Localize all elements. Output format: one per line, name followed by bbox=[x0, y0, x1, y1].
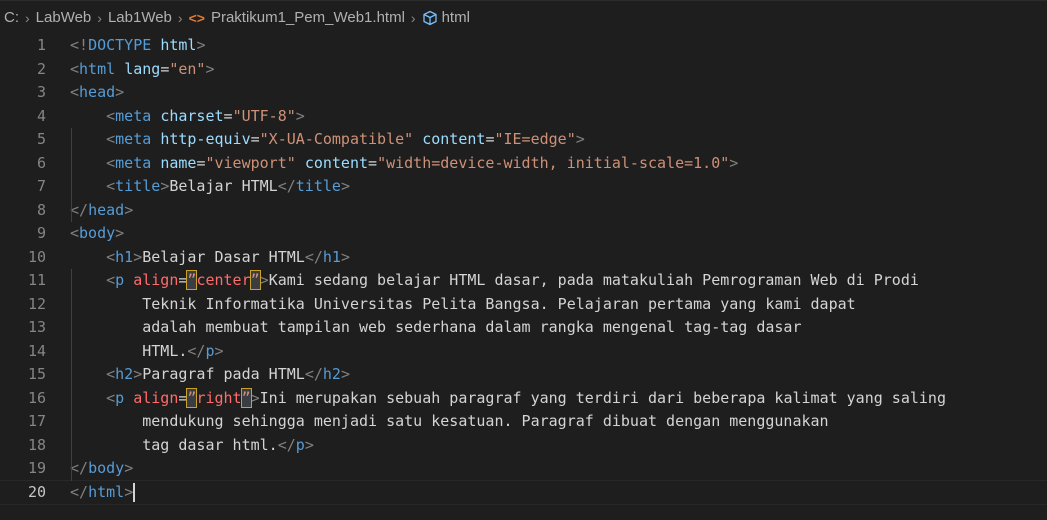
line-number: 1 bbox=[36, 36, 46, 54]
line-number: 20 bbox=[27, 482, 46, 501]
line-number: 9 bbox=[36, 224, 46, 242]
line-number: 18 bbox=[27, 435, 46, 454]
breadcrumb-folder-lab1web[interactable]: Lab1Web bbox=[108, 9, 172, 26]
code-line[interactable]: 14 HTML.</p> bbox=[0, 340, 1047, 364]
code-line[interactable]: 5 <meta http-equiv="X-UA-Compatible" con… bbox=[0, 128, 1047, 152]
bracket-match-highlight: ” bbox=[240, 387, 252, 408]
line-number: 4 bbox=[36, 106, 46, 125]
line-number: 3 bbox=[36, 83, 46, 101]
line-number: 7 bbox=[36, 177, 46, 195]
code-line[interactable]: 2 <html lang="en"> bbox=[0, 58, 1047, 82]
line-number: 2 bbox=[36, 59, 46, 78]
chevron-right-icon: › bbox=[177, 9, 183, 26]
breadcrumb-folder-labweb[interactable]: LabWeb bbox=[36, 9, 92, 26]
line-number: 13 bbox=[27, 318, 46, 336]
code-line[interactable]: 13 adalah membuat tampilan web sederhana… bbox=[0, 316, 1047, 340]
code-line[interactable]: 1 <!DOCTYPE html> bbox=[0, 34, 1047, 58]
line-number: 14 bbox=[27, 341, 46, 360]
line-number: 15 bbox=[27, 365, 46, 383]
line-number: 19 bbox=[27, 459, 46, 477]
code-line[interactable]: 9 <body> bbox=[0, 222, 1047, 246]
text-cursor bbox=[133, 482, 136, 502]
line-number: 6 bbox=[36, 153, 46, 172]
code-line[interactable]: 3 <head> bbox=[0, 81, 1047, 105]
code-brackets-icon: <> bbox=[188, 9, 205, 26]
line-number: 17 bbox=[27, 412, 46, 430]
chevron-right-icon: › bbox=[97, 9, 102, 26]
cube-icon bbox=[422, 10, 437, 25]
breadcrumb: C: › LabWeb › Lab1Web › <> Praktikum1_Pe… bbox=[0, 0, 1047, 34]
breadcrumb-drive[interactable]: C: bbox=[4, 9, 19, 26]
line-number: 12 bbox=[27, 294, 46, 313]
code-editor[interactable]: 1 <!DOCTYPE html> 2 <html lang="en"> 3 <… bbox=[0, 34, 1047, 505]
chevron-right-icon: › bbox=[25, 9, 30, 26]
code-line[interactable]: 18 tag dasar html.</p> bbox=[0, 434, 1047, 458]
breadcrumb-symbol[interactable]: html bbox=[442, 9, 470, 26]
breadcrumb-file[interactable]: Praktikum1_Pem_Web1.html bbox=[211, 9, 405, 26]
code-line[interactable]: 16 <p align=”right”>Ini merupakan sebuah… bbox=[0, 387, 1047, 411]
code-line[interactable]: 19 </body> bbox=[0, 457, 1047, 481]
line-number: 11 bbox=[27, 271, 46, 289]
code-line[interactable]: 8 </head> bbox=[0, 199, 1047, 223]
code-line[interactable]: 12 Teknik Informatika Universitas Pelita… bbox=[0, 293, 1047, 317]
code-line[interactable]: 15 <h2>Paragraf pada HTML</h2> bbox=[0, 363, 1047, 387]
indent-guide bbox=[71, 269, 72, 481]
line-number: 8 bbox=[36, 200, 46, 219]
code-line[interactable]: 6 <meta name="viewport" content="width=d… bbox=[0, 152, 1047, 176]
line-number: 16 bbox=[27, 388, 46, 407]
code-line[interactable]: 4 <meta charset="UTF-8"> bbox=[0, 105, 1047, 129]
chevron-right-icon: › bbox=[410, 9, 416, 26]
bracket-match-highlight: ” bbox=[249, 270, 261, 290]
code-line[interactable]: 11 <p align=”center”>Kami sedang belajar… bbox=[0, 269, 1047, 293]
indent-guide bbox=[71, 128, 72, 222]
code-line-current[interactable]: 20 </html> bbox=[0, 479, 1047, 505]
code-line[interactable]: 7 <title>Belajar HTML</title> bbox=[0, 175, 1047, 199]
code-line[interactable]: 10 <h1>Belajar Dasar HTML</h1> bbox=[0, 246, 1047, 270]
code-line[interactable]: 17 mendukung sehingga menjadi satu kesat… bbox=[0, 410, 1047, 434]
line-number: 10 bbox=[27, 247, 46, 266]
line-number: 5 bbox=[36, 130, 46, 148]
